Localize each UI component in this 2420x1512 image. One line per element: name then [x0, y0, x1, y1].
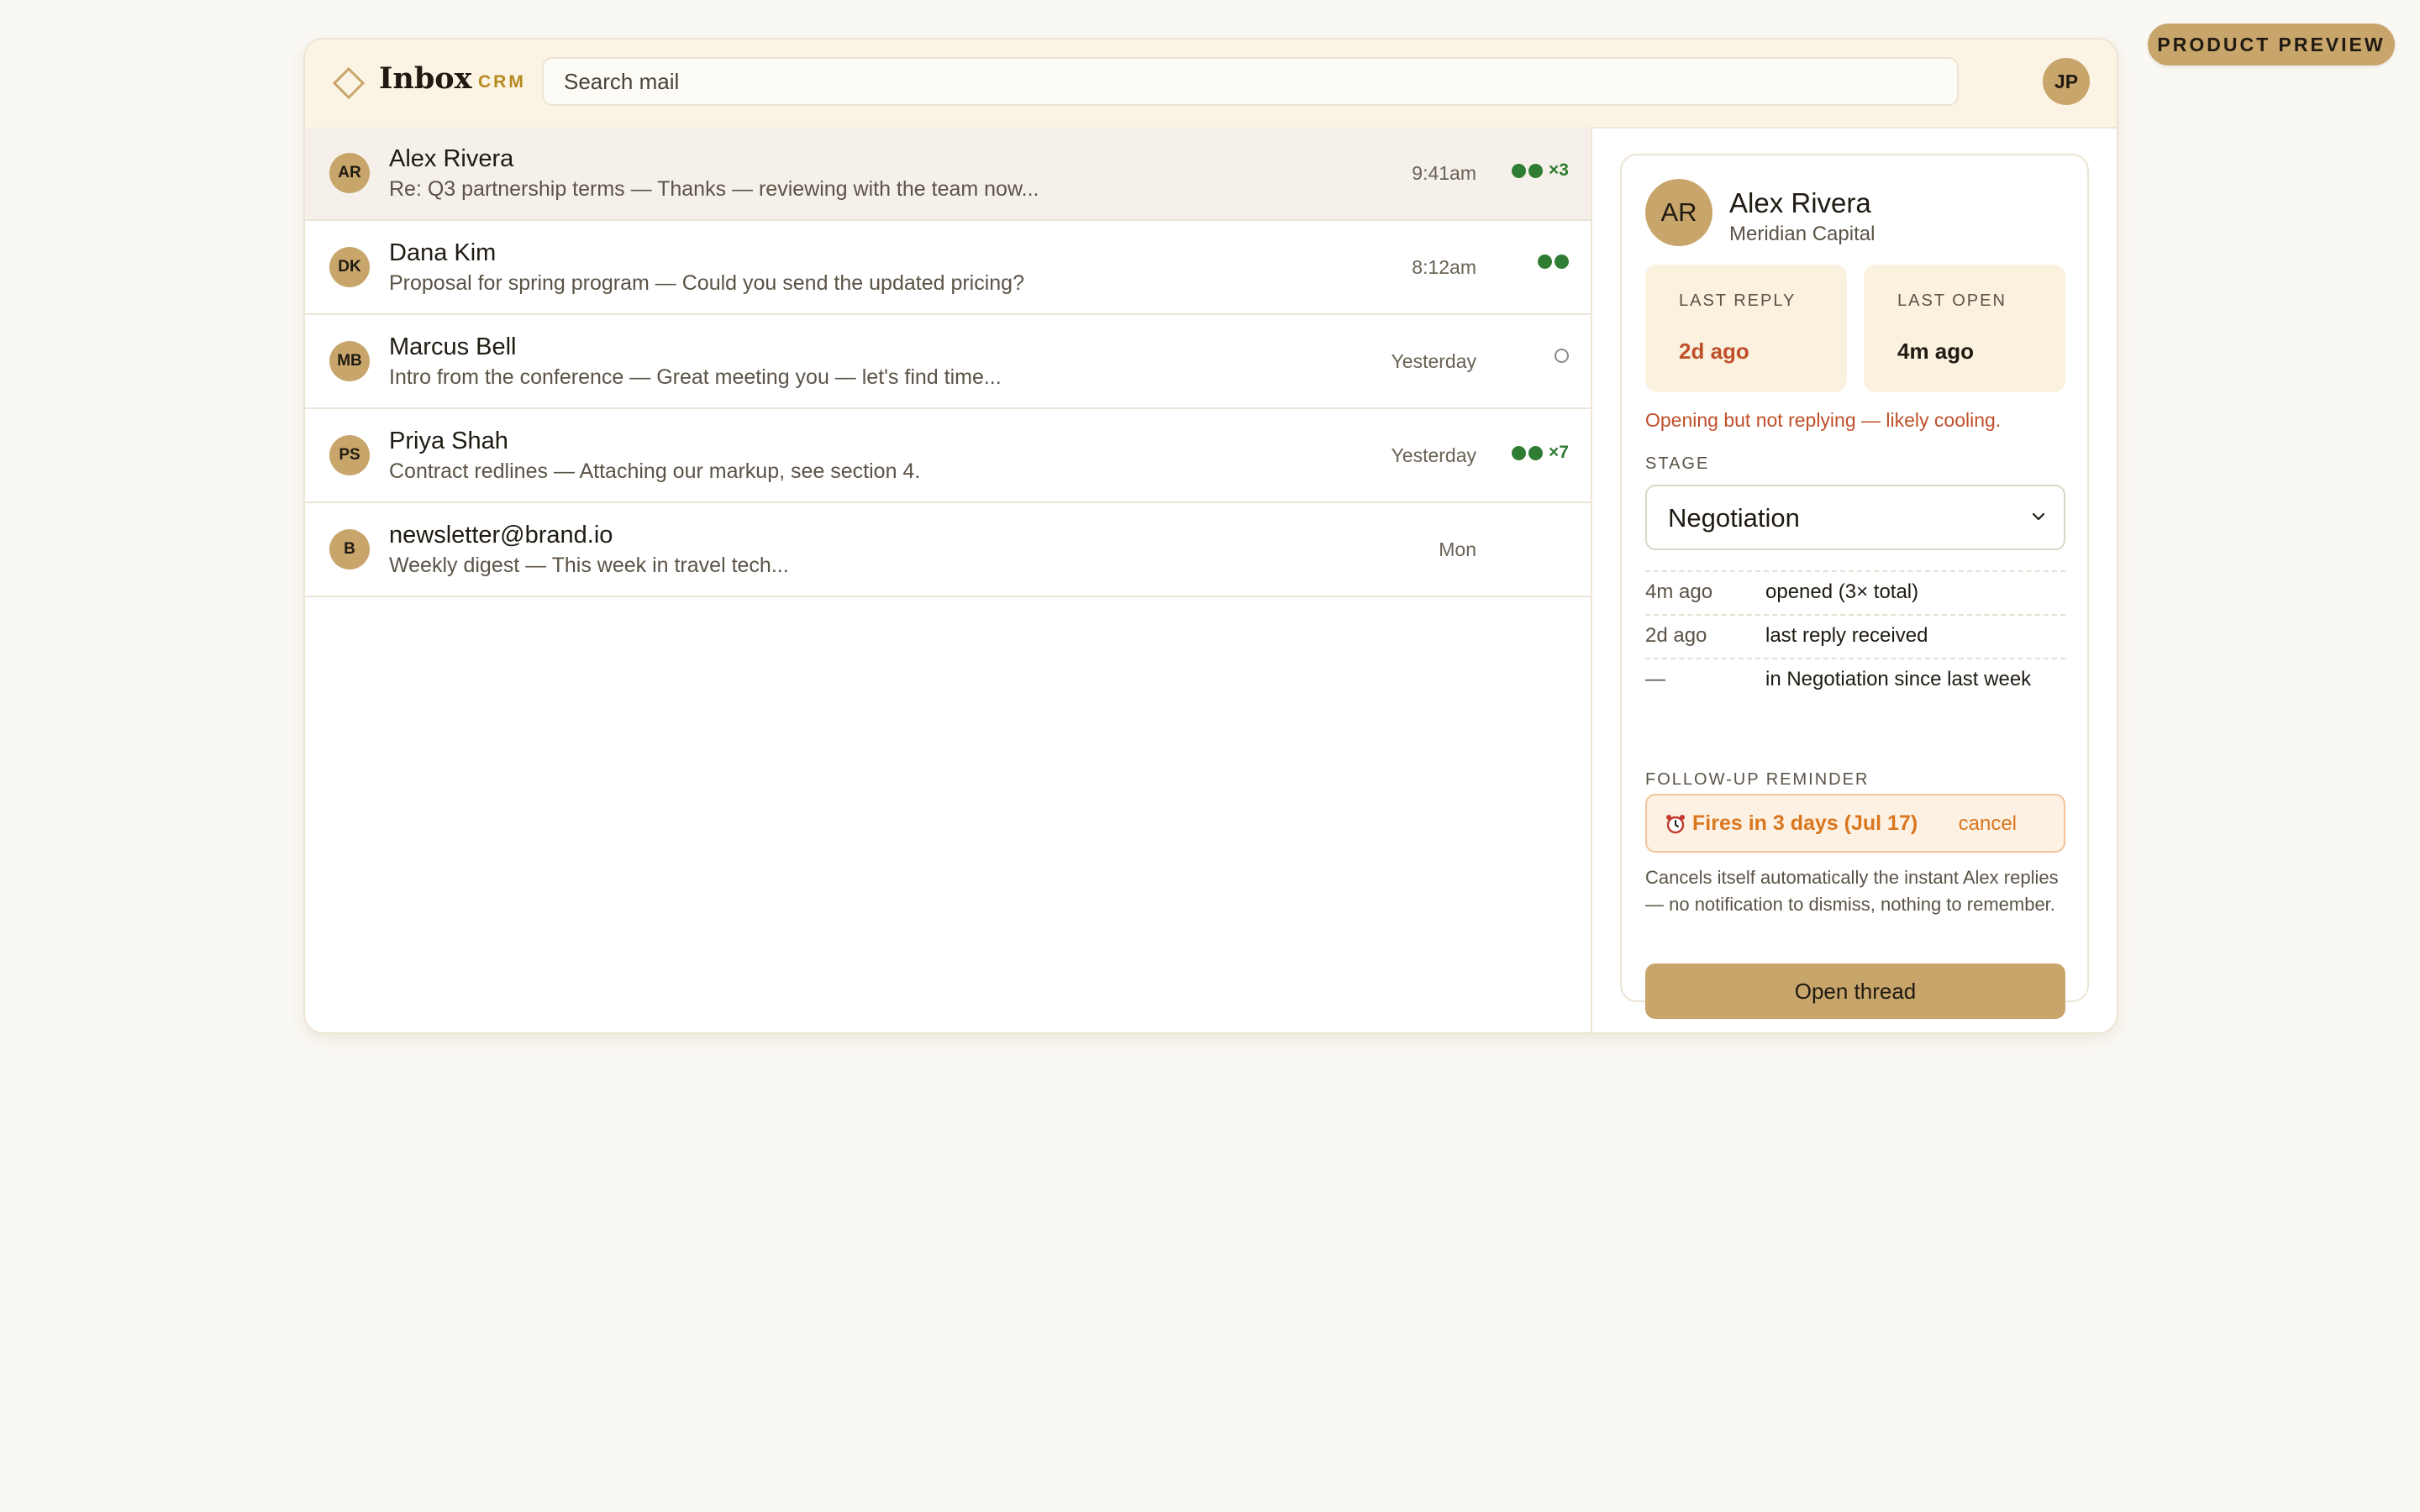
app-title: Inbox	[379, 61, 472, 96]
sender-avatar: B	[329, 529, 370, 570]
alarm-clock-icon	[1666, 815, 1685, 834]
reminder-label: FOLLOW-UP REMINDER	[1645, 770, 1870, 789]
message-time: Mon	[1439, 538, 1476, 560]
message-time: Yesterday	[1391, 444, 1476, 466]
sender-name: Dana Kim	[389, 239, 497, 266]
timeline-when: 2d ago	[1645, 624, 1707, 647]
message-snippet: Re: Q3 partnership terms — Thanks — revi…	[389, 177, 1039, 201]
reminder-note: Cancels itself automatically the instant…	[1645, 867, 2059, 915]
sender-name: Alex Rivera	[389, 145, 514, 172]
timeline-when: —	[1645, 668, 1665, 690]
sender-name: newsletter@brand.io	[389, 522, 613, 549]
sender-avatar: PS	[329, 435, 370, 475]
contact-company: Meridian Capital	[1729, 223, 1876, 245]
open-status-indicator	[1538, 255, 1569, 269]
open-count: ×3	[1549, 160, 1569, 180]
timeline-event: in Negotiation since last week	[1765, 668, 2032, 690]
last-open-label: LAST OPEN	[1897, 291, 2007, 310]
last-reply-value: 2d ago	[1679, 339, 1749, 364]
cooling-warning: Opening but not replying — likely coolin…	[1645, 409, 2002, 431]
message-time: 9:41am	[1412, 162, 1476, 184]
open-status-indicator: ×7	[1512, 443, 1569, 463]
opened-dot-icon	[1555, 255, 1569, 269]
last-reply-card: LAST REPLY 2d ago	[1645, 265, 1847, 392]
sender-avatar: DK	[329, 247, 370, 287]
message-snippet: Contract redlines — Attaching our markup…	[389, 459, 921, 483]
reminder-text: Fires in 3 days (Jul 17)	[1692, 811, 1918, 835]
message-row[interactable]: Bnewsletter@brand.io Weekly digest — This…	[305, 503, 1591, 597]
timeline-event: last reply received	[1765, 624, 1928, 647]
timeline-row: — in Negotiation since last week	[1645, 658, 2065, 701]
message-row[interactable]: MB Marcus Bell Intro from the conference —…	[305, 315, 1591, 409]
opened-dot-icon	[1528, 445, 1544, 460]
opened-dot-icon	[1528, 163, 1544, 178]
sender-name: Marcus Bell	[389, 333, 517, 360]
activity-timeline: 4m ago opened (3× total) 2d ago last reply …	[1645, 570, 2065, 701]
unopened-dot-icon	[1555, 349, 1569, 363]
last-open-card: LAST OPEN 4m ago	[1864, 265, 2065, 392]
opened-dot-icon	[1512, 445, 1527, 460]
product-preview-badge: PRODUCT PREVIEW	[2148, 24, 2395, 66]
chevron-down-icon	[2032, 512, 2045, 521]
open-status-indicator: ×3	[1512, 160, 1569, 181]
cancel-reminder-link[interactable]: cancel	[1959, 812, 2017, 836]
last-reply-label: LAST REPLY	[1679, 291, 1797, 310]
message-snippet: Proposal for spring program — Could you …	[389, 271, 1024, 295]
sender-name: Priya Shah	[389, 428, 508, 454]
app-tag: CRM	[478, 72, 526, 92]
open-thread-button[interactable]: Open thread	[1645, 963, 2065, 1019]
search-input[interactable]	[542, 57, 1959, 106]
timeline-row: 4m ago opened (3× total)	[1645, 570, 2065, 614]
contact-avatar: AR	[1645, 179, 1712, 246]
follow-up-reminder: Fires in 3 days (Jul 17) cancel	[1645, 794, 2065, 853]
contact-name: Alex Rivera	[1729, 187, 1871, 218]
message-row[interactable]: PS Priya Shah Contract redlines — Attachin…	[305, 409, 1591, 503]
open-count: ×7	[1549, 443, 1569, 462]
message-snippet: Intro from the conference — Great meetin…	[389, 365, 1002, 389]
contact-panel: AR Alex Rivera Meridian Capital LAST REP…	[1620, 154, 2089, 1019]
opened-dot-icon	[1512, 163, 1527, 178]
timeline-event: opened (3× total)	[1765, 580, 1919, 603]
timeline-row: 2d ago last reply received	[1645, 614, 2065, 658]
timeline-when: 4m ago	[1645, 580, 1713, 603]
message-row[interactable]: DK Dana Kim Proposal for spring program — …	[305, 221, 1591, 315]
sender-avatar: MB	[329, 341, 370, 381]
top-bar: Inbox CRM JP	[305, 39, 2117, 129]
stage-select[interactable]: Negotiation	[1645, 485, 2065, 550]
last-open-value: 4m ago	[1897, 339, 1975, 364]
sender-avatar: AR	[329, 153, 370, 193]
stage-value: Negotiation	[1668, 503, 1800, 533]
message-list: AR Alex Rivera Re: Q3 partnership terms — …	[305, 127, 1592, 1032]
opened-dot-icon	[1538, 255, 1552, 269]
user-avatar[interactable]: JP	[2043, 58, 2090, 105]
message-time: 8:12am	[1412, 256, 1476, 278]
app-window: Inbox CRM JP AR Alex Rivera Re: Q3 partner…	[303, 38, 2118, 1034]
stage-label: STAGE	[1645, 454, 1710, 473]
message-time: Yesterday	[1391, 350, 1476, 372]
message-snippet: Weekly digest — This week in travel tech…	[389, 554, 789, 577]
diamond-logo-icon	[332, 66, 366, 100]
open-status-indicator	[1555, 349, 1569, 363]
message-row[interactable]: AR Alex Rivera Re: Q3 partnership terms — …	[305, 127, 1591, 221]
